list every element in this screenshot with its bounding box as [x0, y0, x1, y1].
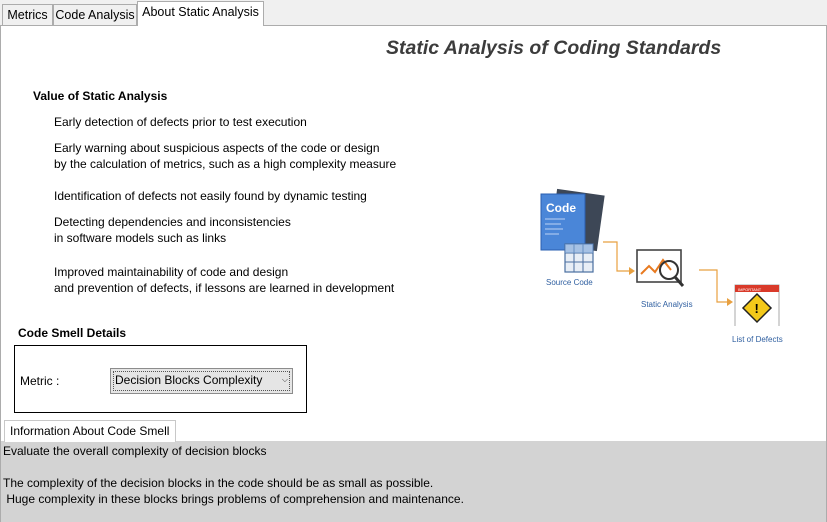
metric-groupbox: Metric : Decision Blocks Complexity ⌵: [14, 345, 307, 413]
value-point-3: Identification of defects not easily fou…: [54, 189, 367, 203]
info-line-3: The complexity of the decision blocks in…: [3, 476, 434, 490]
tab-information-about-code-smell[interactable]: Information About Code Smell: [4, 420, 176, 442]
important-tag-text: IMPORTANT: [738, 287, 762, 292]
main-tabstrip: Metrics Code Analysis About Static Analy…: [0, 0, 827, 26]
code-smell-info-area: Evaluate the overall complexity of decis…: [1, 441, 826, 522]
value-point-4: Detecting dependencies and inconsistenci…: [54, 215, 291, 245]
source-code-icon: Code: [540, 188, 605, 273]
tab-about-static-analysis[interactable]: About Static Analysis: [137, 1, 264, 26]
metric-dropdown-value: Decision Blocks Complexity: [115, 373, 263, 387]
value-point-5: Improved maintainability of code and des…: [54, 265, 395, 295]
about-panel: Static Analysis of Coding Standards Valu…: [0, 25, 827, 522]
metric-dropdown[interactable]: Decision Blocks Complexity ⌵: [110, 368, 293, 394]
metric-label: Metric :: [20, 374, 60, 388]
value-heading: Value of Static Analysis: [33, 89, 168, 103]
list-of-defects-icon: IMPORTANT !: [734, 284, 780, 332]
static-analysis-label: Static Analysis: [641, 300, 693, 309]
tab-metrics[interactable]: Metrics: [2, 4, 53, 26]
code-badge-text: Code: [546, 201, 576, 215]
svg-text:!: !: [755, 301, 759, 316]
tab-code-analysis[interactable]: Code Analysis: [53, 4, 137, 26]
chevron-down-icon: ⌵: [281, 375, 288, 384]
static-analysis-diagram: Code IMPORTANT ! Source Code Static Anal…: [531, 186, 791, 344]
info-line-4: Huge complexity in these blocks brings p…: [3, 492, 464, 506]
info-line-1: Evaluate the overall complexity of decis…: [3, 444, 267, 458]
list-of-defects-label: List of Defects: [732, 335, 783, 344]
source-code-label: Source Code: [546, 278, 593, 287]
code-smell-heading: Code Smell Details: [18, 326, 127, 340]
page-title: Static Analysis of Coding Standards: [386, 37, 722, 59]
value-point-1: Early detection of defects prior to test…: [54, 115, 307, 129]
static-analysis-icon: [636, 249, 685, 287]
value-point-2: Early warning about suspicious aspects o…: [54, 141, 397, 171]
